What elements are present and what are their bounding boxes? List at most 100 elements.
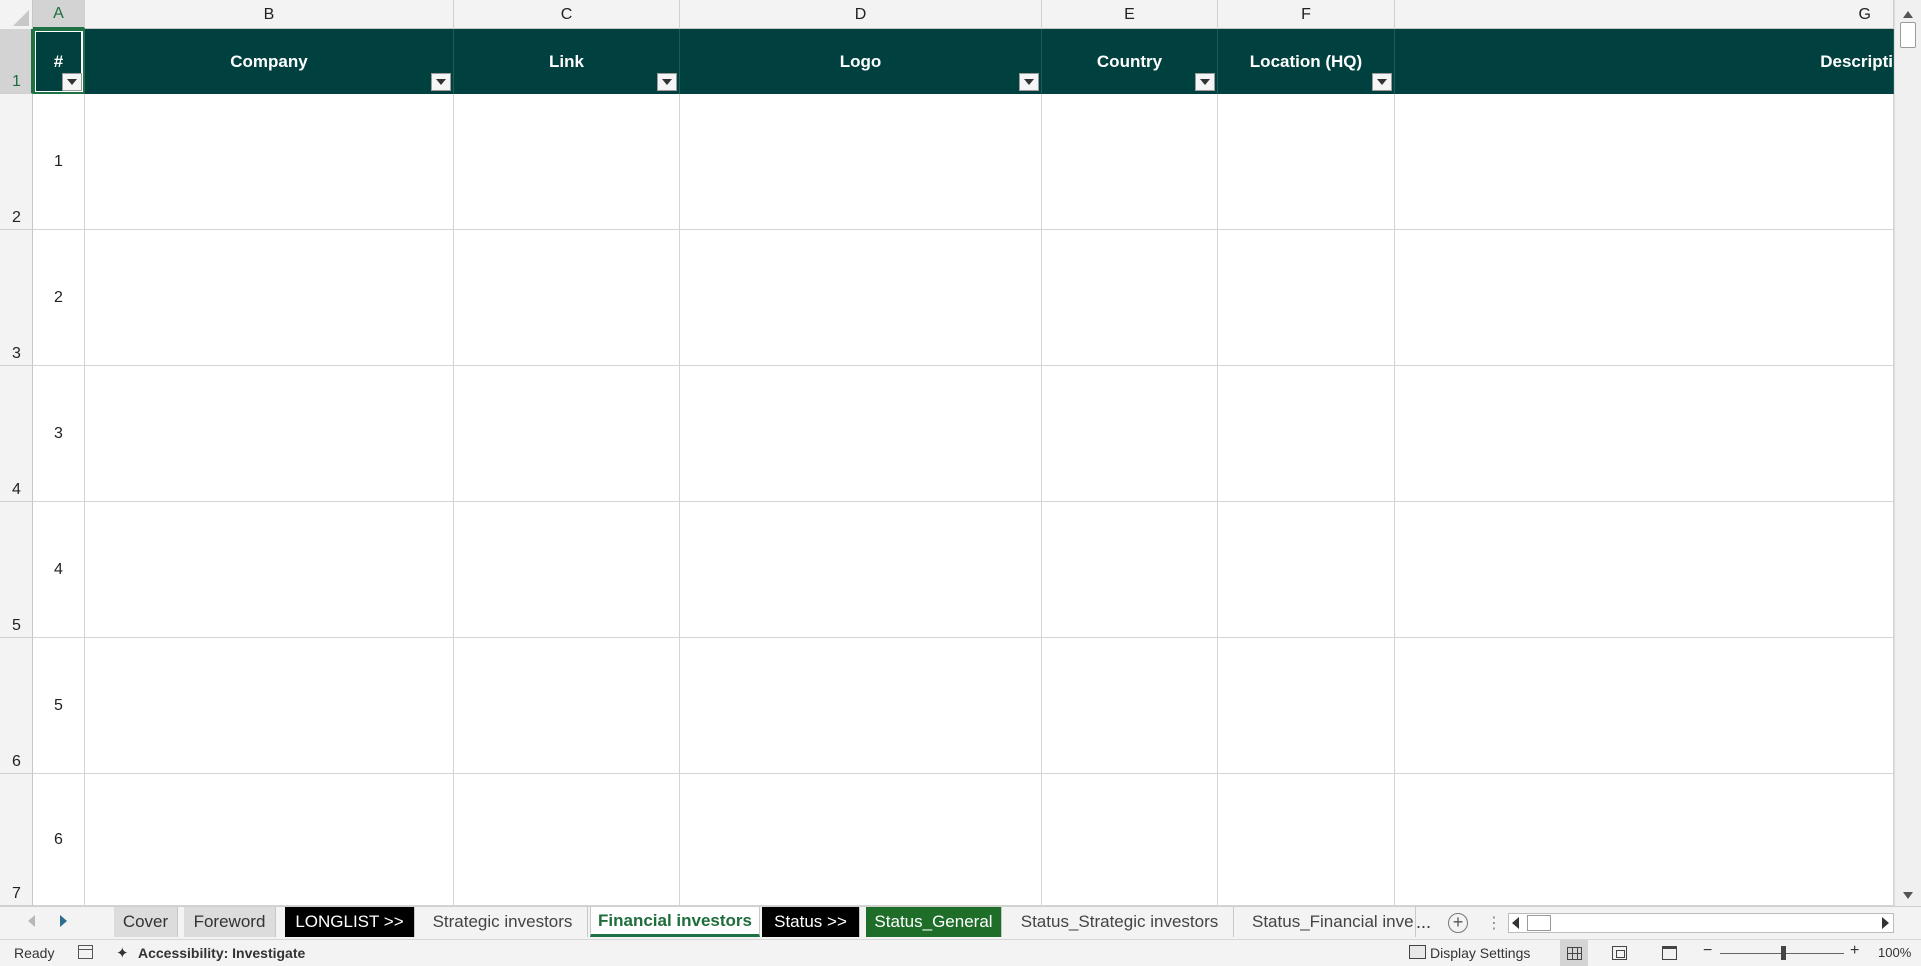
table-cell-location[interactable] (1218, 366, 1395, 502)
table-cell-number[interactable]: 1 (33, 94, 85, 230)
next-sheet-icon[interactable] (60, 915, 67, 927)
table-cell-link[interactable] (454, 94, 680, 230)
arrow-left-icon[interactable] (1512, 917, 1519, 929)
filter-dropdown-button[interactable] (431, 73, 451, 91)
filter-dropdown-button[interactable] (1372, 73, 1392, 91)
tab-splitter-icon[interactable]: ⋮ (1486, 913, 1502, 933)
accessibility-status[interactable]: Accessibility: Investigate (138, 945, 305, 961)
table-cell-number[interactable]: 3 (33, 366, 85, 502)
table-cell-country[interactable] (1042, 502, 1218, 638)
table-cell-location[interactable] (1218, 502, 1395, 638)
vertical-scrollbar[interactable] (1894, 0, 1921, 906)
sheet-tab-cover[interactable]: Cover (114, 907, 178, 937)
sheet-tab-foreword[interactable]: Foreword (184, 907, 276, 937)
table-cell-logo[interactable] (680, 366, 1042, 502)
table-cell-company[interactable] (85, 774, 454, 906)
header-cell-link[interactable]: Link (454, 29, 680, 94)
table-cell-link[interactable] (454, 638, 680, 774)
table-cell-location[interactable] (1218, 230, 1395, 366)
scroll-down-button[interactable] (1899, 886, 1917, 904)
table-cell-country[interactable] (1042, 638, 1218, 774)
column-header-e[interactable]: E (1042, 0, 1218, 29)
table-cell-country[interactable] (1042, 774, 1218, 906)
sheet-tab-status[interactable]: Status >> (762, 907, 860, 937)
zoom-out-button[interactable]: − (1703, 942, 1712, 960)
row-header-2[interactable]: 2 (0, 94, 33, 230)
display-settings-icon[interactable] (1409, 945, 1426, 959)
filter-dropdown-button[interactable] (1195, 73, 1215, 91)
table-cell-number[interactable]: 6 (33, 774, 85, 906)
sheet-tab-strategic-investors[interactable]: Strategic investors (418, 907, 588, 937)
table-cell-description[interactable] (1395, 502, 1894, 638)
select-all-corner[interactable] (0, 0, 33, 29)
table-cell-company[interactable] (85, 94, 454, 230)
column-header-d[interactable]: D (680, 0, 1042, 29)
horizontal-scroll-thumb[interactable] (1527, 915, 1551, 931)
sheet-tab-status-financial-investors[interactable]: Status_Financial inve: (1240, 907, 1416, 937)
macro-record-icon[interactable] (78, 945, 93, 959)
normal-view-button[interactable] (1560, 940, 1588, 966)
previous-sheet-icon[interactable] (28, 915, 35, 927)
header-cell-company[interactable]: Company (85, 29, 454, 94)
row-header-1[interactable]: 1 (0, 29, 33, 94)
header-cell-logo[interactable]: Logo (680, 29, 1042, 94)
table-cell-location[interactable] (1218, 774, 1395, 906)
column-header-c[interactable]: C (454, 0, 680, 29)
table-cell-country[interactable] (1042, 230, 1218, 366)
row-header-3[interactable]: 3 (0, 230, 33, 366)
table-cell-link[interactable] (454, 502, 680, 638)
horizontal-scrollbar[interactable] (1508, 913, 1894, 933)
table-cell-description[interactable] (1395, 230, 1894, 366)
scroll-up-button[interactable] (1899, 5, 1917, 23)
row-header-6[interactable]: 6 (0, 638, 33, 774)
sheet-tab-status-general[interactable]: Status_General (866, 907, 1002, 937)
more-sheets-ellipsis[interactable]: ... (1416, 912, 1431, 933)
sheet-tab-status-strategic-investors[interactable]: Status_Strategic investors (1006, 907, 1234, 937)
header-cell-country[interactable]: Country (1042, 29, 1218, 94)
column-header-f[interactable]: F (1218, 0, 1395, 29)
row-header-5[interactable]: 5 (0, 502, 33, 638)
add-sheet-icon[interactable]: + (1448, 913, 1468, 933)
table-cell-description[interactable] (1395, 366, 1894, 502)
table-cell-description[interactable] (1395, 94, 1894, 230)
table-cell-link[interactable] (454, 230, 680, 366)
header-cell-number[interactable]: # (33, 29, 85, 94)
row-header-7[interactable]: 7 (0, 774, 33, 906)
table-cell-logo[interactable] (680, 638, 1042, 774)
table-cell-company[interactable] (85, 366, 454, 502)
table-cell-location[interactable] (1218, 638, 1395, 774)
table-cell-number[interactable]: 2 (33, 230, 85, 366)
vertical-scroll-thumb[interactable] (1900, 22, 1916, 48)
table-cell-logo[interactable] (680, 502, 1042, 638)
row-header-4[interactable]: 4 (0, 366, 33, 502)
table-cell-link[interactable] (454, 774, 680, 906)
column-header-a[interactable]: A (33, 0, 85, 29)
table-cell-company[interactable] (85, 502, 454, 638)
table-cell-logo[interactable] (680, 94, 1042, 230)
table-cell-link[interactable] (454, 366, 680, 502)
page-layout-view-icon[interactable] (1612, 946, 1627, 960)
zoom-in-button[interactable]: + (1850, 942, 1859, 960)
table-cell-country[interactable] (1042, 366, 1218, 502)
header-cell-location[interactable]: Location (HQ) (1218, 29, 1395, 94)
zoom-slider-thumb[interactable] (1781, 946, 1786, 960)
table-cell-description[interactable] (1395, 774, 1894, 906)
accessibility-icon[interactable]: ✦ (116, 944, 134, 962)
column-header-b[interactable]: B (85, 0, 454, 29)
display-settings-button[interactable]: Display Settings (1430, 945, 1530, 961)
table-cell-company[interactable] (85, 230, 454, 366)
table-cell-logo[interactable] (680, 230, 1042, 366)
table-cell-number[interactable]: 4 (33, 502, 85, 638)
table-cell-location[interactable] (1218, 94, 1395, 230)
zoom-level[interactable]: 100% (1878, 945, 1911, 960)
filter-dropdown-button[interactable] (62, 73, 82, 91)
filter-dropdown-button[interactable] (1019, 73, 1039, 91)
table-cell-country[interactable] (1042, 94, 1218, 230)
sheet-tab-financial-investors[interactable]: Financial investors (590, 907, 760, 937)
table-cell-number[interactable]: 5 (33, 638, 85, 774)
filter-dropdown-button[interactable] (657, 73, 677, 91)
column-header-g[interactable]: G (1395, 0, 1894, 29)
sheet-tab-longlist[interactable]: LONGLIST >> (285, 907, 415, 937)
table-cell-logo[interactable] (680, 774, 1042, 906)
header-cell-description[interactable]: Descripti (1395, 29, 1894, 94)
